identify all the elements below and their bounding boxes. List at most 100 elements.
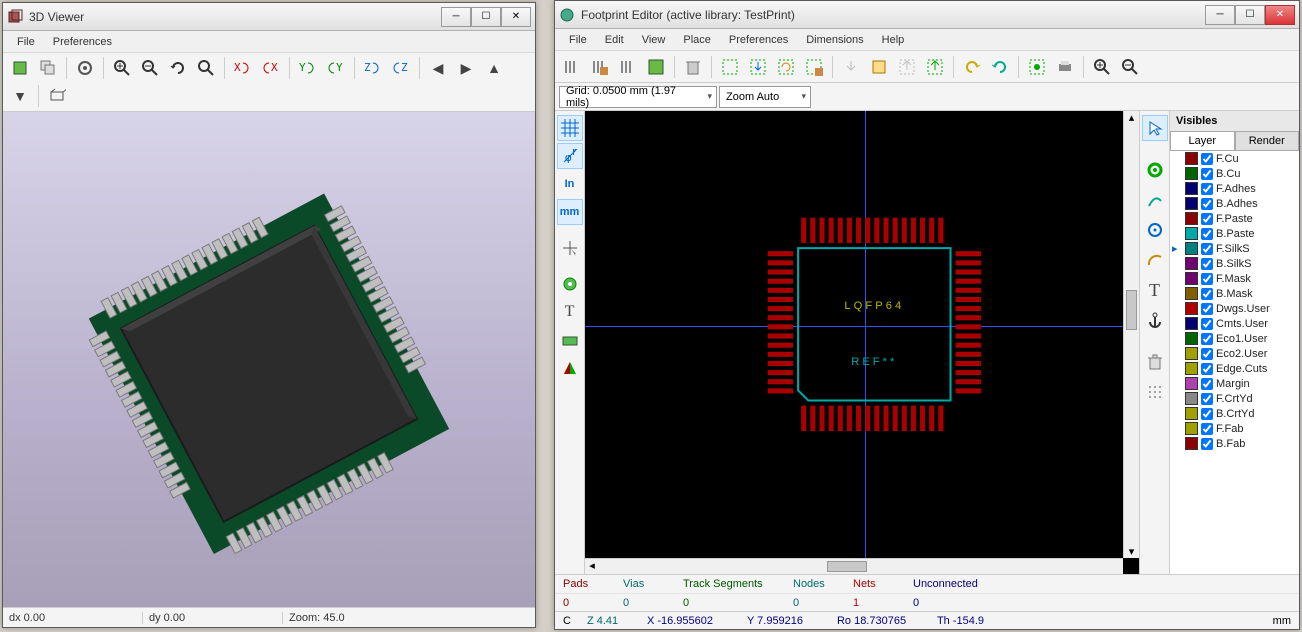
layer-visibility-checkbox[interactable] (1201, 168, 1213, 180)
layer-visibility-checkbox[interactable] (1201, 228, 1213, 240)
contrast-icon[interactable] (557, 355, 583, 381)
layer-visibility-checkbox[interactable] (1201, 258, 1213, 270)
polar-coords-icon[interactable]: rφ (557, 143, 583, 169)
add-pad-icon[interactable] (1142, 157, 1168, 183)
export-icon[interactable] (866, 54, 892, 80)
outline-display-icon[interactable] (557, 327, 583, 353)
layer-visibility-checkbox[interactable] (1201, 198, 1213, 210)
layer-row-B.Fab[interactable]: B.Fab (1170, 436, 1299, 451)
layer-visibility-checkbox[interactable] (1201, 333, 1213, 345)
text-display-icon[interactable]: T (557, 299, 583, 325)
grid-dropdown[interactable]: Grid: 0.0500 mm (1.97 mils) (559, 86, 717, 108)
viewer3d-canvas[interactable] (3, 112, 535, 607)
layer-row-F.Cu[interactable]: F.Cu (1170, 151, 1299, 166)
grid-origin-icon[interactable] (1142, 379, 1168, 405)
rotate-y-neg-icon[interactable]: Y (295, 55, 321, 81)
move-down-icon[interactable]: ▼ (7, 83, 33, 109)
layer-visibility-checkbox[interactable] (1201, 288, 1213, 300)
layer-color-swatch[interactable] (1185, 302, 1198, 315)
maximize-button[interactable]: ☐ (1235, 5, 1265, 25)
zoom-out-icon[interactable] (137, 55, 163, 81)
layer-color-swatch[interactable] (1185, 362, 1198, 375)
layer-color-swatch[interactable] (1185, 182, 1198, 195)
layer-visibility-checkbox[interactable] (1201, 303, 1213, 315)
layer-color-swatch[interactable] (1185, 212, 1198, 225)
move-right-icon[interactable]: ▶ (453, 55, 479, 81)
layer-visibility-checkbox[interactable] (1201, 408, 1213, 420)
layer-row-Cmts.User[interactable]: Cmts.User (1170, 316, 1299, 331)
menu-file[interactable]: File (561, 32, 595, 48)
layer-list[interactable]: F.CuB.CuF.AdhesB.AdhesF.PasteB.Paste▸F.S… (1170, 151, 1299, 574)
layer-color-swatch[interactable] (1185, 272, 1198, 285)
layer-color-swatch[interactable] (1185, 287, 1198, 300)
layer-color-swatch[interactable] (1185, 437, 1198, 450)
rotate-x-pos-icon[interactable]: X (258, 55, 284, 81)
properties-icon[interactable] (1024, 54, 1050, 80)
layer-row-F.Fab[interactable]: F.Fab (1170, 421, 1299, 436)
reload-icon[interactable] (7, 55, 33, 81)
delete-tool-icon[interactable] (1142, 349, 1168, 375)
add-text-icon[interactable]: T (1142, 277, 1168, 303)
new-library-icon[interactable] (559, 54, 585, 80)
close-button[interactable]: ✕ (1265, 5, 1295, 25)
layer-visibility-checkbox[interactable] (1201, 393, 1213, 405)
open-library-icon[interactable] (615, 54, 641, 80)
undo-icon[interactable] (959, 54, 985, 80)
redo-icon[interactable] (987, 54, 1013, 80)
delete-icon[interactable] (680, 54, 706, 80)
layer-color-swatch[interactable] (1185, 227, 1198, 240)
maximize-button[interactable]: ☐ (471, 7, 501, 27)
new-footprint-icon[interactable] (643, 54, 669, 80)
layer-color-swatch[interactable] (1185, 242, 1198, 255)
tab-render[interactable]: Render (1235, 131, 1300, 150)
layer-row-F.Mask[interactable]: F.Mask (1170, 271, 1299, 286)
rotate-z-neg-icon[interactable]: Z (360, 55, 386, 81)
layer-color-swatch[interactable] (1185, 167, 1198, 180)
layer-color-swatch[interactable] (1185, 407, 1198, 420)
add-circle-icon[interactable] (1142, 217, 1168, 243)
add-line-icon[interactable] (1142, 187, 1168, 213)
menu-preferences[interactable]: Preferences (721, 32, 796, 48)
layer-row-F.CrtYd[interactable]: F.CrtYd (1170, 391, 1299, 406)
menu-view[interactable]: View (634, 32, 674, 48)
layer-color-swatch[interactable] (1185, 152, 1198, 165)
layer-row-F.Paste[interactable]: F.Paste (1170, 211, 1299, 226)
layer-row-Edge.Cuts[interactable]: Edge.Cuts (1170, 361, 1299, 376)
zoom-in-icon[interactable] (109, 55, 135, 81)
anchor-icon[interactable] (1142, 307, 1168, 333)
zoom-fit-icon[interactable] (193, 55, 219, 81)
rotate-y-pos-icon[interactable]: Y (323, 55, 349, 81)
layer-color-swatch[interactable] (1185, 257, 1198, 270)
update-footprint-icon[interactable] (773, 54, 799, 80)
add-arc-icon[interactable] (1142, 247, 1168, 273)
save-library-icon[interactable] (587, 54, 613, 80)
load-footprint-icon[interactable] (745, 54, 771, 80)
layer-color-swatch[interactable] (1185, 317, 1198, 330)
footprint-wizard-icon[interactable] (717, 54, 743, 80)
menu-place[interactable]: Place (675, 32, 719, 48)
layer-row-F.SilkS[interactable]: ▸F.SilkS (1170, 241, 1299, 256)
tab-layer[interactable]: Layer (1170, 131, 1235, 150)
layer-color-swatch[interactable] (1185, 197, 1198, 210)
layer-visibility-checkbox[interactable] (1201, 243, 1213, 255)
layer-row-Eco1.User[interactable]: Eco1.User (1170, 331, 1299, 346)
menu-help[interactable]: Help (874, 32, 913, 48)
layer-color-swatch[interactable] (1185, 347, 1198, 360)
move-up-icon[interactable]: ▲ (481, 55, 507, 81)
layer-color-swatch[interactable] (1185, 332, 1198, 345)
layer-visibility-checkbox[interactable] (1201, 363, 1213, 375)
layer-row-Eco2.User[interactable]: Eco2.User (1170, 346, 1299, 361)
print-icon[interactable] (1052, 54, 1078, 80)
settings-icon[interactable] (72, 55, 98, 81)
zoom-redraw-icon[interactable] (165, 55, 191, 81)
menu-preferences[interactable]: Preferences (45, 34, 120, 50)
zoom-in-icon[interactable] (1089, 54, 1115, 80)
save-footprint-icon[interactable] (801, 54, 827, 80)
layer-row-B.CrtYd[interactable]: B.CrtYd (1170, 406, 1299, 421)
layer-color-swatch[interactable] (1185, 422, 1198, 435)
layer-visibility-checkbox[interactable] (1201, 153, 1213, 165)
menu-dimensions[interactable]: Dimensions (798, 32, 871, 48)
zoom-out-icon[interactable] (1117, 54, 1143, 80)
rotate-z-pos-icon[interactable]: Z (388, 55, 414, 81)
layer-visibility-checkbox[interactable] (1201, 318, 1213, 330)
